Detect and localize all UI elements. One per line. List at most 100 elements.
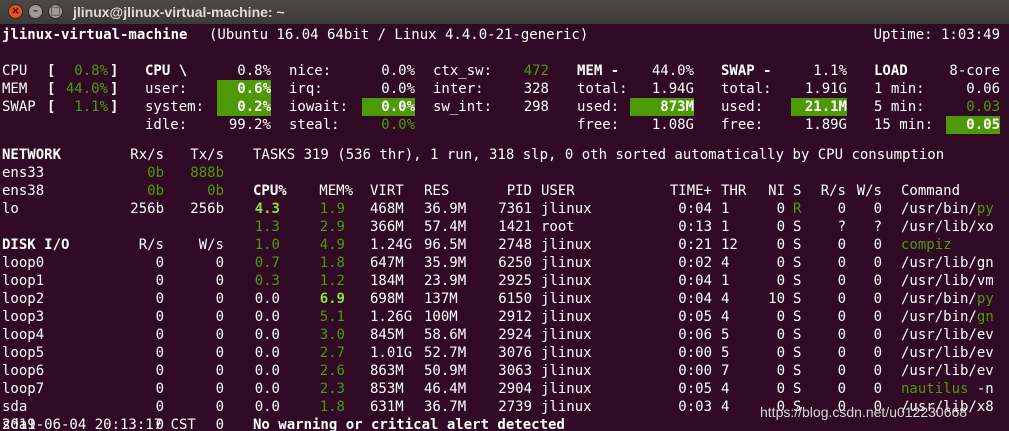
proc-header-user[interactable]: USER	[541, 182, 575, 200]
disk-name: loop5	[2, 345, 45, 361]
network-iface-name: lo	[2, 201, 19, 217]
proc-res: 137M	[424, 291, 458, 307]
proc-res: 58.6M	[424, 327, 467, 343]
maximize-button[interactable]: □	[48, 4, 63, 19]
proc-cpu: 1.3	[254, 219, 280, 235]
watermark: https://blog.csdn.net/u012230668	[760, 404, 968, 420]
proc-nice: 0	[776, 363, 785, 379]
proc-command-args: -n	[968, 381, 994, 397]
proc-header-read[interactable]: R/s	[812, 182, 846, 200]
proc-nice: 10	[768, 291, 785, 307]
proc-header-thr[interactable]: THR	[721, 182, 746, 200]
proc-header-status[interactable]: S	[793, 182, 801, 200]
proc-res: 36.7M	[424, 399, 467, 415]
proc-threads: 4	[721, 255, 730, 271]
proc-header-cpu[interactable]: CPU%	[253, 182, 287, 200]
proc-cpu: 1.0	[254, 237, 280, 253]
proc-cpu: 0.7	[254, 255, 280, 271]
diskio-r-header: R/s	[138, 237, 164, 253]
proc-threads: 12	[721, 237, 738, 253]
proc-user: jlinux	[541, 201, 592, 217]
quicklook-swap-label: SWAP	[2, 99, 36, 115]
proc-header-write[interactable]: W/s	[848, 182, 882, 200]
proc-mem: 4.9	[319, 237, 345, 253]
proc-header-pid[interactable]: PID	[487, 182, 532, 200]
proc-threads: 4	[721, 291, 730, 307]
proc-res: 52.7M	[424, 345, 467, 361]
proc-pid: 1421	[498, 219, 532, 235]
proc-status: S	[793, 255, 802, 271]
proc-cpu: 0.0	[254, 345, 280, 361]
proc-header-time[interactable]: TIME+	[660, 182, 712, 200]
proc-nice: 0	[776, 255, 785, 271]
swap-total-pct: 1.1%	[813, 63, 847, 79]
proc-cpu: 0.0	[254, 399, 280, 415]
proc-command: /usr/lib/vm	[901, 273, 994, 289]
proc-command: /usr/lib/ev	[901, 327, 994, 343]
disk-read: 0	[155, 309, 164, 325]
proc-mem: 5.1	[319, 309, 345, 325]
glances-screen[interactable]: jlinux-virtual-machine (Ubuntu 16.04 64b…	[0, 24, 1009, 431]
proc-threads: 1	[721, 273, 730, 289]
load-title: LOAD	[874, 63, 908, 79]
proc-res: 50.9M	[424, 363, 467, 379]
diskio-title: DISK I/O	[2, 237, 70, 253]
proc-pid: 3076	[498, 345, 532, 361]
proc-command: /usr/bin/	[901, 309, 977, 325]
close-button[interactable]: ×	[8, 4, 23, 19]
proc-command: /usr/lib/ev	[901, 345, 994, 361]
proc-time: 0:21	[678, 237, 712, 253]
quicklook-mem-label: MEM	[2, 81, 28, 97]
proc-time: 0:03	[678, 399, 712, 415]
disk-read: 0	[155, 273, 164, 289]
proc-pid: 2739	[498, 399, 532, 415]
proc-header-mem[interactable]: MEM%	[309, 182, 353, 200]
quicklook-mem-open: [	[47, 81, 56, 97]
title-bar[interactable]: × – □ jlinux@jlinux-virtual-machine: ~	[0, 0, 1009, 24]
proc-pid: 6250	[498, 255, 532, 271]
terminal-window: × – □ jlinux@jlinux-virtual-machine: ~ j…	[0, 0, 1009, 431]
proc-user: jlinux	[541, 327, 592, 343]
proc-command: /usr/lib/ev	[901, 363, 994, 379]
disk-name: loop0	[2, 255, 45, 271]
proc-user: jlinux	[541, 363, 592, 379]
proc-time: 0:05	[678, 309, 712, 325]
disk-name: loop7	[2, 381, 45, 397]
proc-command: /usr/bin/	[901, 201, 977, 217]
proc-header-virt[interactable]: VIRT	[370, 182, 404, 200]
disk-name: loop3	[2, 309, 45, 325]
network-title: NETWORK	[2, 147, 62, 163]
proc-header-res[interactable]: RES	[424, 182, 449, 200]
proc-read: 0	[837, 237, 846, 253]
proc-virt: 1.01G	[370, 345, 413, 361]
proc-mem: 6.9	[319, 291, 345, 307]
proc-pid: 2748	[498, 237, 532, 253]
proc-threads: 1	[721, 219, 730, 235]
proc-write: ?	[873, 219, 882, 235]
proc-status: S	[793, 219, 802, 235]
proc-time: 0:04	[678, 291, 712, 307]
proc-virt: 468M	[370, 201, 404, 217]
proc-pid: 2925	[498, 273, 532, 289]
proc-command-name: py	[976, 291, 994, 307]
proc-cpu: 0.0	[254, 363, 280, 379]
proc-read: ?	[837, 219, 846, 235]
proc-mem: 1.2	[319, 273, 345, 289]
minimize-button[interactable]: –	[28, 4, 43, 19]
proc-header-ni[interactable]: NI	[760, 182, 785, 200]
proc-status: R	[793, 201, 802, 217]
proc-header-command[interactable]: Command	[901, 182, 960, 200]
proc-command-name: py	[976, 201, 994, 217]
proc-pid: 3063	[498, 363, 532, 379]
cpu-system-value: 0.2%	[217, 98, 271, 116]
swap-total-value: 1.91G	[804, 81, 847, 97]
proc-write: 0	[873, 201, 882, 217]
proc-mem: 2.3	[319, 381, 345, 397]
mem-used-value: 873M	[630, 98, 694, 116]
proc-time: 0:06	[678, 327, 712, 343]
quicklook-cpu-value: 0.8%	[74, 63, 108, 79]
proc-threads: 4	[721, 381, 730, 397]
proc-user: jlinux	[541, 273, 592, 289]
disk-write: 0	[215, 273, 224, 289]
proc-virt: 1.26G	[370, 309, 413, 325]
